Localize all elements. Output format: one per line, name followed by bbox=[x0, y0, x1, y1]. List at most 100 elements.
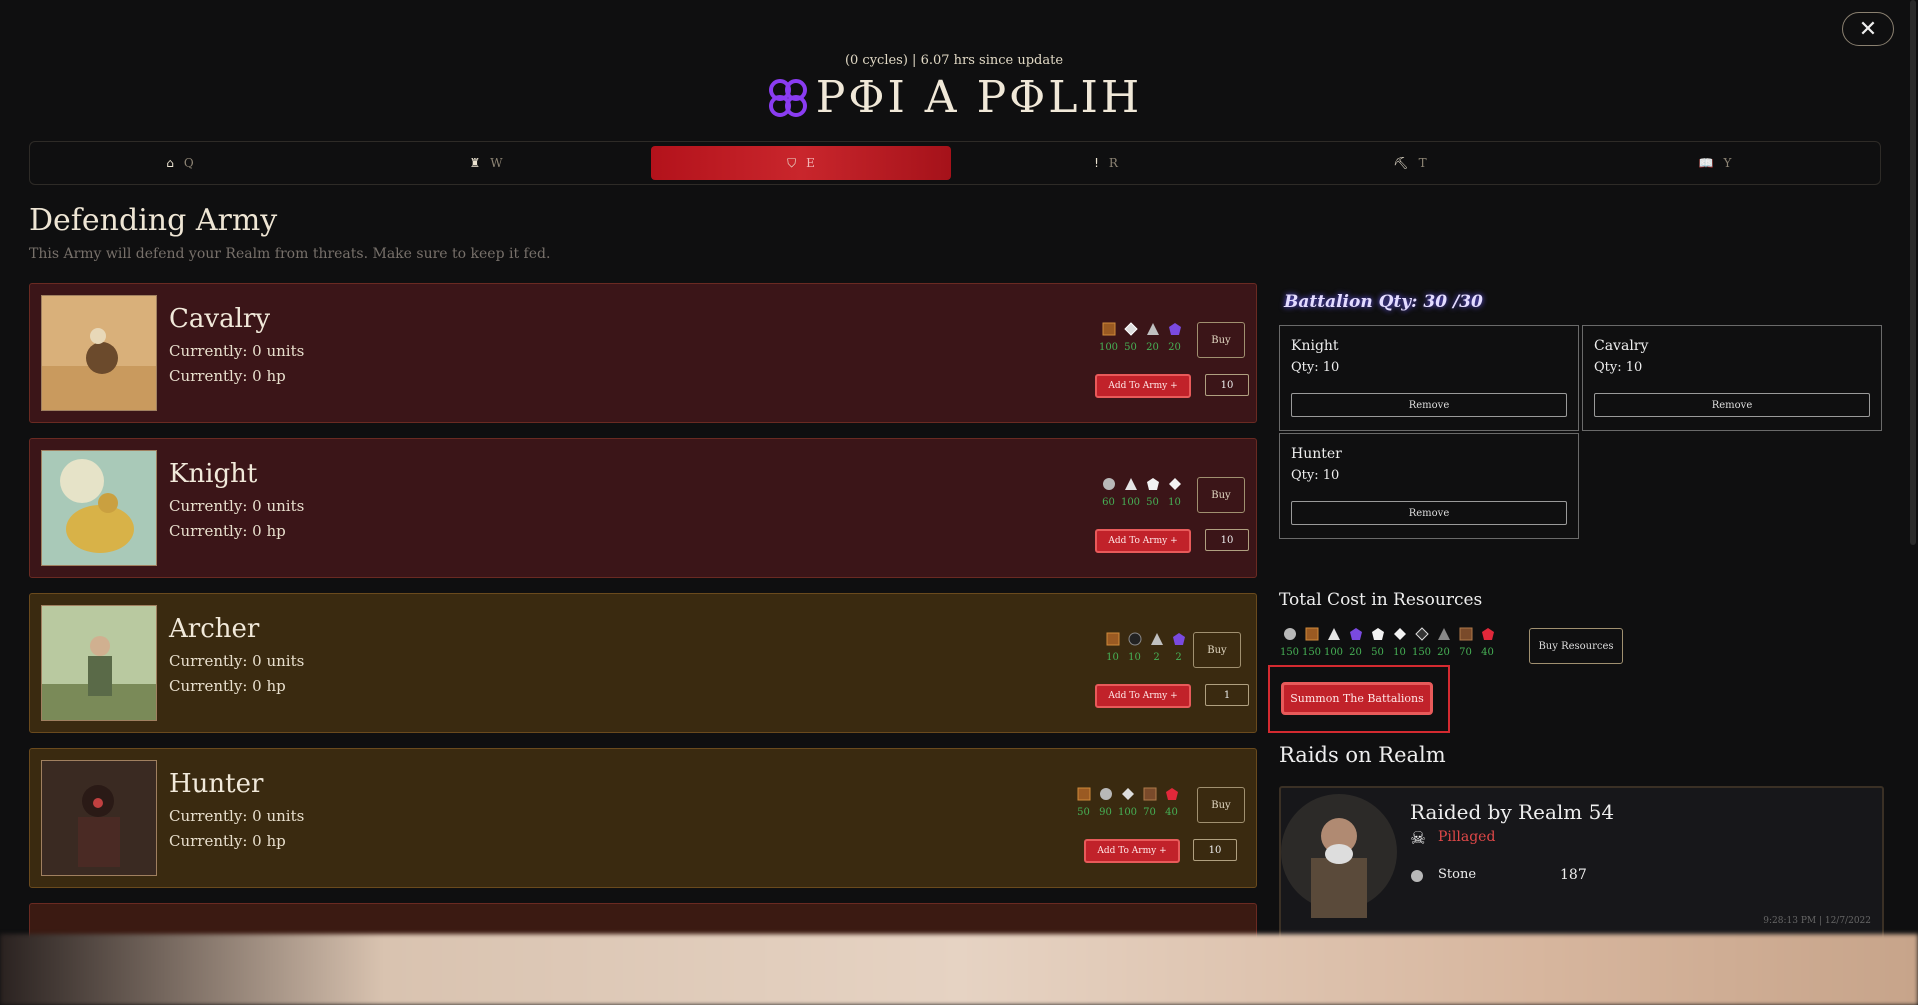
tab-w[interactable]: ♜ W bbox=[336, 146, 636, 180]
diamond-outline-icon bbox=[1414, 626, 1429, 645]
page-title: Defending Army bbox=[29, 203, 278, 238]
battalion-title: Battalion Qty: 30 /30 bbox=[1284, 292, 1483, 312]
tab-r[interactable]: ! R bbox=[956, 146, 1256, 180]
summon-battalions-button[interactable]: Summon The Battalions bbox=[1281, 682, 1433, 715]
purple-gem-icon bbox=[1168, 321, 1182, 340]
battalion-unit-qty: Qty: 10 bbox=[1594, 360, 1643, 375]
quantity-input[interactable]: 10 bbox=[1193, 839, 1237, 861]
add-to-army-button[interactable]: Add To Army + bbox=[1095, 529, 1191, 553]
unit-count: Currently: 0 units bbox=[169, 807, 305, 825]
add-to-army-button[interactable]: Add To Army + bbox=[1095, 374, 1191, 398]
remove-button[interactable]: Remove bbox=[1594, 393, 1870, 417]
triangle-icon bbox=[1124, 476, 1138, 495]
tab-e[interactable]: ⛉ E bbox=[651, 146, 951, 180]
tab-label: Q bbox=[183, 156, 194, 170]
castle-icon: ♜ bbox=[469, 156, 481, 170]
brown-block-icon bbox=[1459, 626, 1473, 645]
raid-amount: 187 bbox=[1560, 867, 1587, 883]
battalion-card: Cavalry Qty: 10 Remove bbox=[1582, 325, 1882, 431]
battalion-unit-qty: Qty: 10 bbox=[1291, 360, 1340, 375]
remove-button[interactable]: Remove bbox=[1291, 501, 1567, 525]
tab-label: R bbox=[1108, 156, 1118, 170]
battalion-card: Knight Qty: 10 Remove bbox=[1279, 325, 1579, 431]
diamond-icon bbox=[1393, 626, 1407, 645]
main-tab-bar: ⌂ Q ♜ W ⛉ E ! R ⛏ T 📖 Y bbox=[29, 141, 1881, 185]
unit-cost: 100 50 20 20 bbox=[1099, 321, 1183, 353]
page-scrollbar[interactable] bbox=[1910, 0, 1916, 545]
quantity-input[interactable]: 1 bbox=[1205, 684, 1249, 706]
diamond-icon bbox=[1168, 476, 1182, 495]
pentagon-icon bbox=[1146, 476, 1160, 495]
knight-image bbox=[41, 450, 157, 566]
close-icon: ✕ bbox=[1858, 16, 1878, 42]
unit-hp: Currently: 0 hp bbox=[169, 832, 286, 850]
buy-button[interactable]: Buy bbox=[1197, 787, 1245, 823]
total-cost-title: Total Cost in Resources bbox=[1279, 590, 1483, 610]
raid-title: Raided by Realm 54 bbox=[1410, 800, 1615, 824]
buy-resources-button[interactable]: Buy Resources bbox=[1529, 628, 1623, 664]
unit-hp: Currently: 0 hp bbox=[169, 522, 286, 540]
unit-name: Hunter bbox=[169, 769, 264, 799]
brand-header: PΦI A PΦLIH bbox=[0, 72, 1908, 123]
page-subtitle: This Army will defend your Realm from th… bbox=[29, 246, 551, 262]
purple-gem-icon bbox=[1172, 631, 1186, 650]
tab-label: Y bbox=[1723, 156, 1732, 170]
grey-triangle-icon bbox=[1437, 626, 1451, 645]
add-to-army-button[interactable]: Add To Army + bbox=[1084, 839, 1180, 863]
unit-name: Archer bbox=[169, 614, 260, 644]
ruby-icon bbox=[1481, 626, 1495, 645]
raid-card: Raided by Realm 54 ☠ Pillaged Stone 187 … bbox=[1279, 786, 1884, 940]
battalion-card: Hunter Qty: 10 Remove bbox=[1279, 433, 1579, 539]
tab-t[interactable]: ⛏ T bbox=[1260, 146, 1560, 180]
brand-name: PΦI A PΦLIH bbox=[815, 72, 1143, 123]
battalion-unit-name: Hunter bbox=[1291, 446, 1342, 462]
buy-button[interactable]: Buy bbox=[1197, 477, 1245, 513]
unit-count: Currently: 0 units bbox=[169, 342, 305, 360]
add-to-army-button[interactable]: Add To Army + bbox=[1095, 684, 1191, 708]
unit-card-hunter: Hunter Currently: 0 units Currently: 0 h… bbox=[29, 748, 1257, 888]
ruby-icon bbox=[1165, 786, 1179, 805]
buy-button[interactable]: Buy bbox=[1197, 322, 1245, 358]
archer-image bbox=[41, 605, 157, 721]
book-icon: 📖 bbox=[1698, 156, 1714, 170]
quantity-input[interactable]: 10 bbox=[1205, 374, 1249, 396]
shield-icon: ⛉ bbox=[787, 155, 797, 170]
stone-icon bbox=[1410, 868, 1424, 887]
unit-card-cavalry: Cavalry Currently: 0 units Currently: 0 … bbox=[29, 283, 1257, 423]
coal-icon bbox=[1128, 631, 1142, 650]
tab-q[interactable]: ⌂ Q bbox=[30, 146, 330, 180]
tab-y[interactable]: 📖 Y bbox=[1565, 146, 1865, 180]
triangle-icon bbox=[1150, 631, 1164, 650]
unit-cost: 50 90 100 70 40 bbox=[1075, 786, 1180, 818]
house-icon: ⌂ bbox=[166, 156, 174, 170]
buy-button[interactable]: Buy bbox=[1193, 632, 1241, 668]
diamond-icon bbox=[1123, 321, 1138, 340]
raider-avatar bbox=[1281, 788, 1398, 938]
triangle-icon bbox=[1327, 626, 1341, 645]
battalion-unit-name: Knight bbox=[1291, 338, 1339, 354]
triangle-icon bbox=[1146, 321, 1160, 340]
total-cost-resources: 150 150 100 20 50 10 150 20 70 40 bbox=[1280, 626, 1496, 658]
wood-icon bbox=[1305, 626, 1319, 645]
tab-label: T bbox=[1418, 156, 1427, 170]
close-button[interactable]: ✕ bbox=[1842, 12, 1894, 46]
raid-timestamp: 9:28:13 PM | 12/7/2022 bbox=[1763, 916, 1871, 926]
unit-card-knight: Knight Currently: 0 units Currently: 0 h… bbox=[29, 438, 1257, 578]
tab-label: E bbox=[806, 156, 815, 170]
remove-button[interactable]: Remove bbox=[1291, 393, 1567, 417]
unit-name: Knight bbox=[169, 459, 258, 489]
raid-status: Pillaged bbox=[1438, 829, 1496, 845]
unit-cost: 10 10 2 2 bbox=[1104, 631, 1187, 663]
tab-label: W bbox=[490, 156, 503, 170]
pentagon-icon bbox=[1371, 626, 1385, 645]
update-status: (0 cycles) | 6.07 hrs since update bbox=[844, 53, 1064, 68]
raid-resource: Stone bbox=[1438, 867, 1477, 882]
diamond-icon bbox=[1121, 786, 1135, 805]
battalion-unit-qty: Qty: 10 bbox=[1291, 468, 1340, 483]
unit-name: Cavalry bbox=[169, 304, 271, 334]
unit-hp: Currently: 0 hp bbox=[169, 367, 286, 385]
wood-icon bbox=[1102, 321, 1116, 340]
logo-icon bbox=[768, 78, 807, 117]
quantity-input[interactable]: 10 bbox=[1205, 529, 1249, 551]
stone-icon bbox=[1102, 476, 1116, 495]
